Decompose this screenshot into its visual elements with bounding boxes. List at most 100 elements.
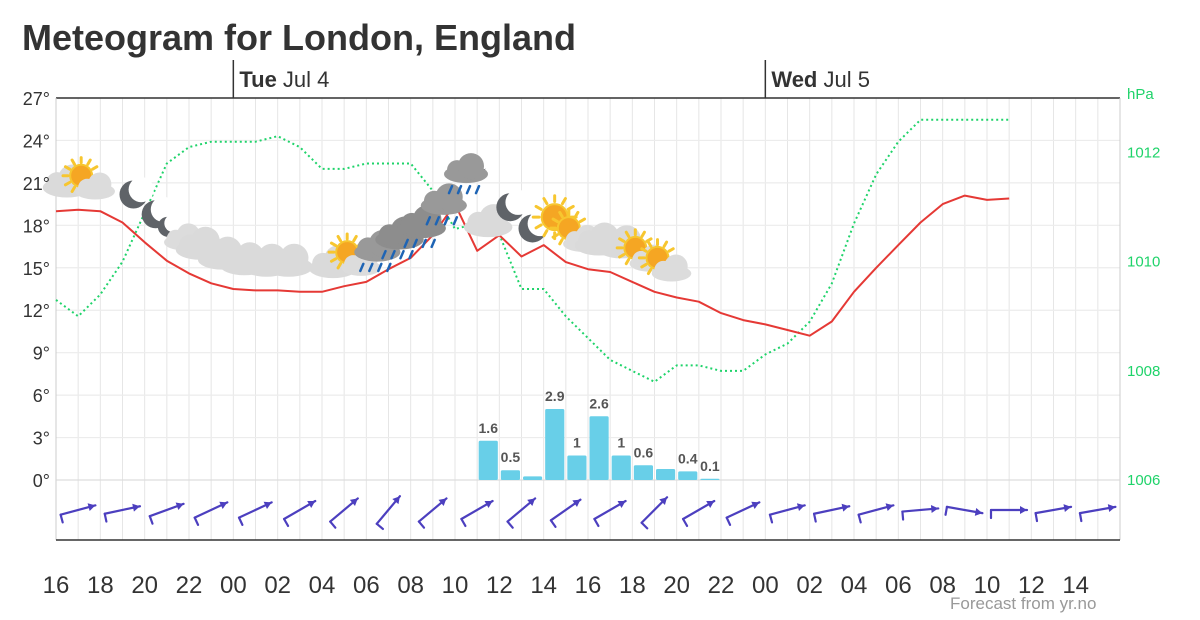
hour-tick-label: 20 xyxy=(663,572,690,599)
day-label: Wed Jul 5 xyxy=(771,67,870,92)
day-date: Jul 4 xyxy=(277,67,330,92)
cloud-shape xyxy=(458,153,484,180)
hour-tick-label: 14 xyxy=(530,572,557,599)
pressure-tick-label: 1012 xyxy=(1127,145,1160,162)
wind-barb xyxy=(812,512,817,523)
sun-ray xyxy=(91,165,99,171)
hour-tick-label: 20 xyxy=(131,572,158,599)
wind-barb xyxy=(681,517,689,528)
sun-ray xyxy=(578,217,587,224)
wind-barb xyxy=(857,513,862,524)
precipitation-bar xyxy=(611,455,631,480)
cloud-shape xyxy=(279,243,309,273)
hour-tick-label: 16 xyxy=(575,572,602,599)
wind-head xyxy=(841,503,850,512)
hour-tick-label: 04 xyxy=(309,572,336,599)
precipitation-label: 0.5 xyxy=(501,449,521,465)
wind-barb xyxy=(193,516,200,526)
moon-cutout xyxy=(128,177,154,203)
cloud-shape xyxy=(435,183,463,211)
precipitation-bar xyxy=(523,476,543,480)
wind-head xyxy=(930,505,939,514)
precipitation-label: 2.6 xyxy=(589,395,609,411)
rain-drop xyxy=(474,184,481,195)
precipitation-bar xyxy=(567,455,587,480)
hour-tick-label: 00 xyxy=(220,572,247,599)
sun-ray xyxy=(560,197,567,206)
sun-ray xyxy=(542,197,549,206)
precipitation-bar xyxy=(589,416,609,480)
cloud-shape xyxy=(87,172,112,196)
hour-tick-label: 04 xyxy=(841,572,868,599)
wind-head xyxy=(796,503,805,512)
rain-drop xyxy=(465,184,472,195)
wind-barb xyxy=(725,516,732,526)
sun-ray xyxy=(573,210,580,219)
hour-tick-label: 22 xyxy=(176,572,203,599)
hour-tick-label: 02 xyxy=(796,572,823,599)
cloud-shape xyxy=(664,254,688,278)
wind-barb xyxy=(768,513,774,524)
wind-barb xyxy=(460,517,467,528)
precipitation-label: 0.1 xyxy=(700,458,720,474)
hour-tick-label: 16 xyxy=(43,572,70,599)
sun-ray xyxy=(534,204,543,211)
hour-tick-label: 00 xyxy=(752,572,779,599)
pressure-tick-label: 1010 xyxy=(1127,254,1160,271)
hour-tick-label: 08 xyxy=(397,572,424,599)
wind-barb xyxy=(901,510,905,521)
precipitation-label: 1 xyxy=(617,435,625,451)
hour-tick-label: 06 xyxy=(885,572,912,599)
wind-barb xyxy=(282,517,290,528)
sun-ray xyxy=(352,234,358,243)
day-weekday: Tue xyxy=(239,67,276,92)
light-rain-night-icon xyxy=(444,152,492,195)
wind-barb xyxy=(103,512,108,523)
hour-tick-label: 18 xyxy=(87,572,114,599)
hour-tick-label: 18 xyxy=(619,572,646,599)
rain-drop xyxy=(430,238,436,249)
wind-barb xyxy=(506,520,514,529)
precipitation-bar xyxy=(700,478,720,480)
precipitation-bar xyxy=(656,468,676,480)
wind-barb xyxy=(1034,512,1039,523)
hour-tick-label: 10 xyxy=(442,572,469,599)
pressure-tick-label: 1008 xyxy=(1127,363,1160,380)
precipitation-label: 2.9 xyxy=(545,388,565,404)
wind-barb xyxy=(329,520,337,529)
sun-ray xyxy=(667,247,675,253)
pressure-tick-label: 1006 xyxy=(1127,472,1160,489)
hour-tick-label: 22 xyxy=(708,572,735,599)
precipitation-bar xyxy=(500,470,520,480)
wind-barb xyxy=(375,522,384,531)
rain-drop xyxy=(452,215,459,226)
sun-ray xyxy=(558,238,564,246)
chart-title: Meteogram for London, England xyxy=(22,17,576,58)
wind-barb xyxy=(59,513,64,524)
sun-ray xyxy=(662,240,669,248)
temperature-tick-label: 6° xyxy=(33,386,50,406)
precipitation-label: 1 xyxy=(573,435,581,451)
wind-head xyxy=(1020,506,1027,514)
wind-barb xyxy=(417,520,426,529)
wind-barb xyxy=(237,516,244,526)
sun-ray xyxy=(86,158,92,166)
weather-symbols xyxy=(42,152,692,282)
precipitation-bar xyxy=(678,471,698,480)
meteogram-chart: Meteogram for London, England 1.60.5 2.9 1… xyxy=(22,17,1160,613)
day-date: Jul 5 xyxy=(817,67,870,92)
hour-tick-label: 02 xyxy=(264,572,291,599)
rain-drop xyxy=(386,262,392,273)
precipitation-bar xyxy=(545,408,565,480)
precipitation-label: 0.6 xyxy=(634,444,654,460)
moon-cutout xyxy=(505,189,531,215)
sun-ray xyxy=(336,234,343,243)
wind-barb xyxy=(593,517,600,528)
wind-head xyxy=(885,503,894,512)
wind-barb xyxy=(944,505,949,516)
credit-link[interactable]: Forecast from yr.no xyxy=(950,594,1096,613)
precipitation-label: 0.4 xyxy=(678,450,698,466)
hour-tick-label: 06 xyxy=(353,572,380,599)
precipitation-bar xyxy=(478,440,498,480)
precipitation-label: 1.6 xyxy=(479,420,499,436)
